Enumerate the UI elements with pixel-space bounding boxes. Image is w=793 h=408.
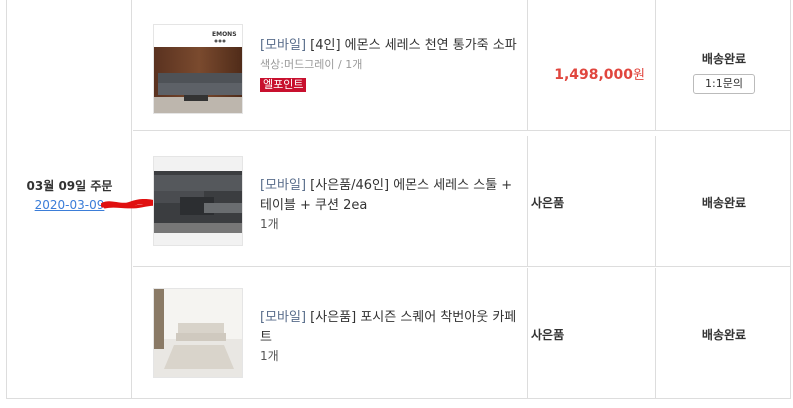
product-cell: [모바일] [사은품] 포시즌 스퀘어 착번아웃 카페트 1개	[133, 268, 528, 399]
status-cell: 배송완료	[657, 268, 791, 399]
price-value: 1,498,000	[554, 67, 634, 83]
lpoint-badge: 엘포인트	[260, 78, 307, 92]
product-cell: EMONS [모바일] [4인] 에몬스 세레스 천연 통가죽 소파 색상:머드…	[133, 0, 528, 130]
product-price: 1,498,000원	[554, 64, 645, 83]
inquiry-button[interactable]: 1:1문의	[693, 74, 755, 94]
order-number-text: 2020-03-09	[34, 198, 105, 212]
carpet-image	[154, 289, 242, 377]
order-date: 03월 09일 주문	[26, 179, 113, 193]
product-thumbnail-carpet[interactable]	[153, 288, 243, 378]
gift-label: 사은품	[531, 196, 565, 210]
channel-prefix: [모바일]	[260, 178, 307, 193]
delivery-status: 배송완료	[701, 328, 747, 342]
channel-prefix: [모바일]	[260, 310, 307, 325]
status-cell: 배송완료 1:1문의	[657, 0, 791, 130]
product-quantity: 1개	[260, 349, 279, 363]
svg-text:EMONS: EMONS	[212, 31, 237, 38]
sofa-image: EMONS	[154, 25, 242, 113]
price-currency: 원	[633, 68, 645, 83]
delivery-status: 배송완료	[701, 196, 747, 210]
stool-image	[154, 157, 242, 245]
order-item-row: [모바일] [사은품] 포시즌 스퀘어 착번아웃 카페트 1개 사은품 배송완료	[133, 268, 791, 399]
product-title[interactable]: [모바일] [사은품] 포시즌 스퀘어 착번아웃 카페트	[260, 308, 520, 348]
product-title[interactable]: [모바일] [사은품/46인] 에몬스 세레스 스툴 + 테이블 + 쿠션 2e…	[260, 176, 520, 216]
order-table: 03월 09일 주문 2020-03-09 EMONS [모바일] [4인] 에…	[6, 0, 791, 399]
product-title[interactable]: [모바일] [4인] 에몬스 세레스 천연 통가죽 소파	[260, 36, 520, 56]
price-cell: 사은품	[529, 268, 656, 399]
order-info: 03월 09일 주문 2020-03-09	[7, 178, 165, 214]
status-cell: 배송완료	[657, 136, 791, 266]
product-name: [4인] 에몬스 세레스 천연 통가죽 소파	[310, 38, 517, 53]
delivery-status: 배송완료	[701, 52, 747, 66]
product-thumbnail-sofa[interactable]: EMONS	[153, 24, 243, 114]
order-item-row: EMONS [모바일] [4인] 에몬스 세레스 천연 통가죽 소파 색상:머드…	[133, 0, 791, 131]
product-info: [모바일] [4인] 에몬스 세레스 천연 통가죽 소파 색상:머드그레이 / …	[260, 36, 520, 92]
product-info: [모바일] [사은품/46인] 에몬스 세레스 스툴 + 테이블 + 쿠션 2e…	[260, 176, 520, 232]
product-thumbnail-stool[interactable]	[153, 156, 243, 246]
product-info: [모바일] [사은품] 포시즌 스퀘어 착번아웃 카페트 1개	[260, 308, 520, 364]
price-cell: 1,498,000원	[529, 0, 656, 130]
order-number-link[interactable]: 2020-03-09	[34, 196, 165, 214]
product-quantity: 1개	[260, 217, 279, 231]
gift-label: 사은품	[531, 328, 565, 342]
product-option: 색상:머드그레이 / 1개	[260, 58, 363, 71]
channel-prefix: [모바일]	[260, 38, 307, 53]
order-date-column: 03월 09일 주문 2020-03-09	[7, 0, 165, 398]
price-cell: 사은품	[529, 136, 656, 266]
product-cell: [모바일] [사은품/46인] 에몬스 세레스 스툴 + 테이블 + 쿠션 2e…	[133, 136, 528, 266]
order-item-row: [모바일] [사은품/46인] 에몬스 세레스 스툴 + 테이블 + 쿠션 2e…	[133, 136, 791, 267]
